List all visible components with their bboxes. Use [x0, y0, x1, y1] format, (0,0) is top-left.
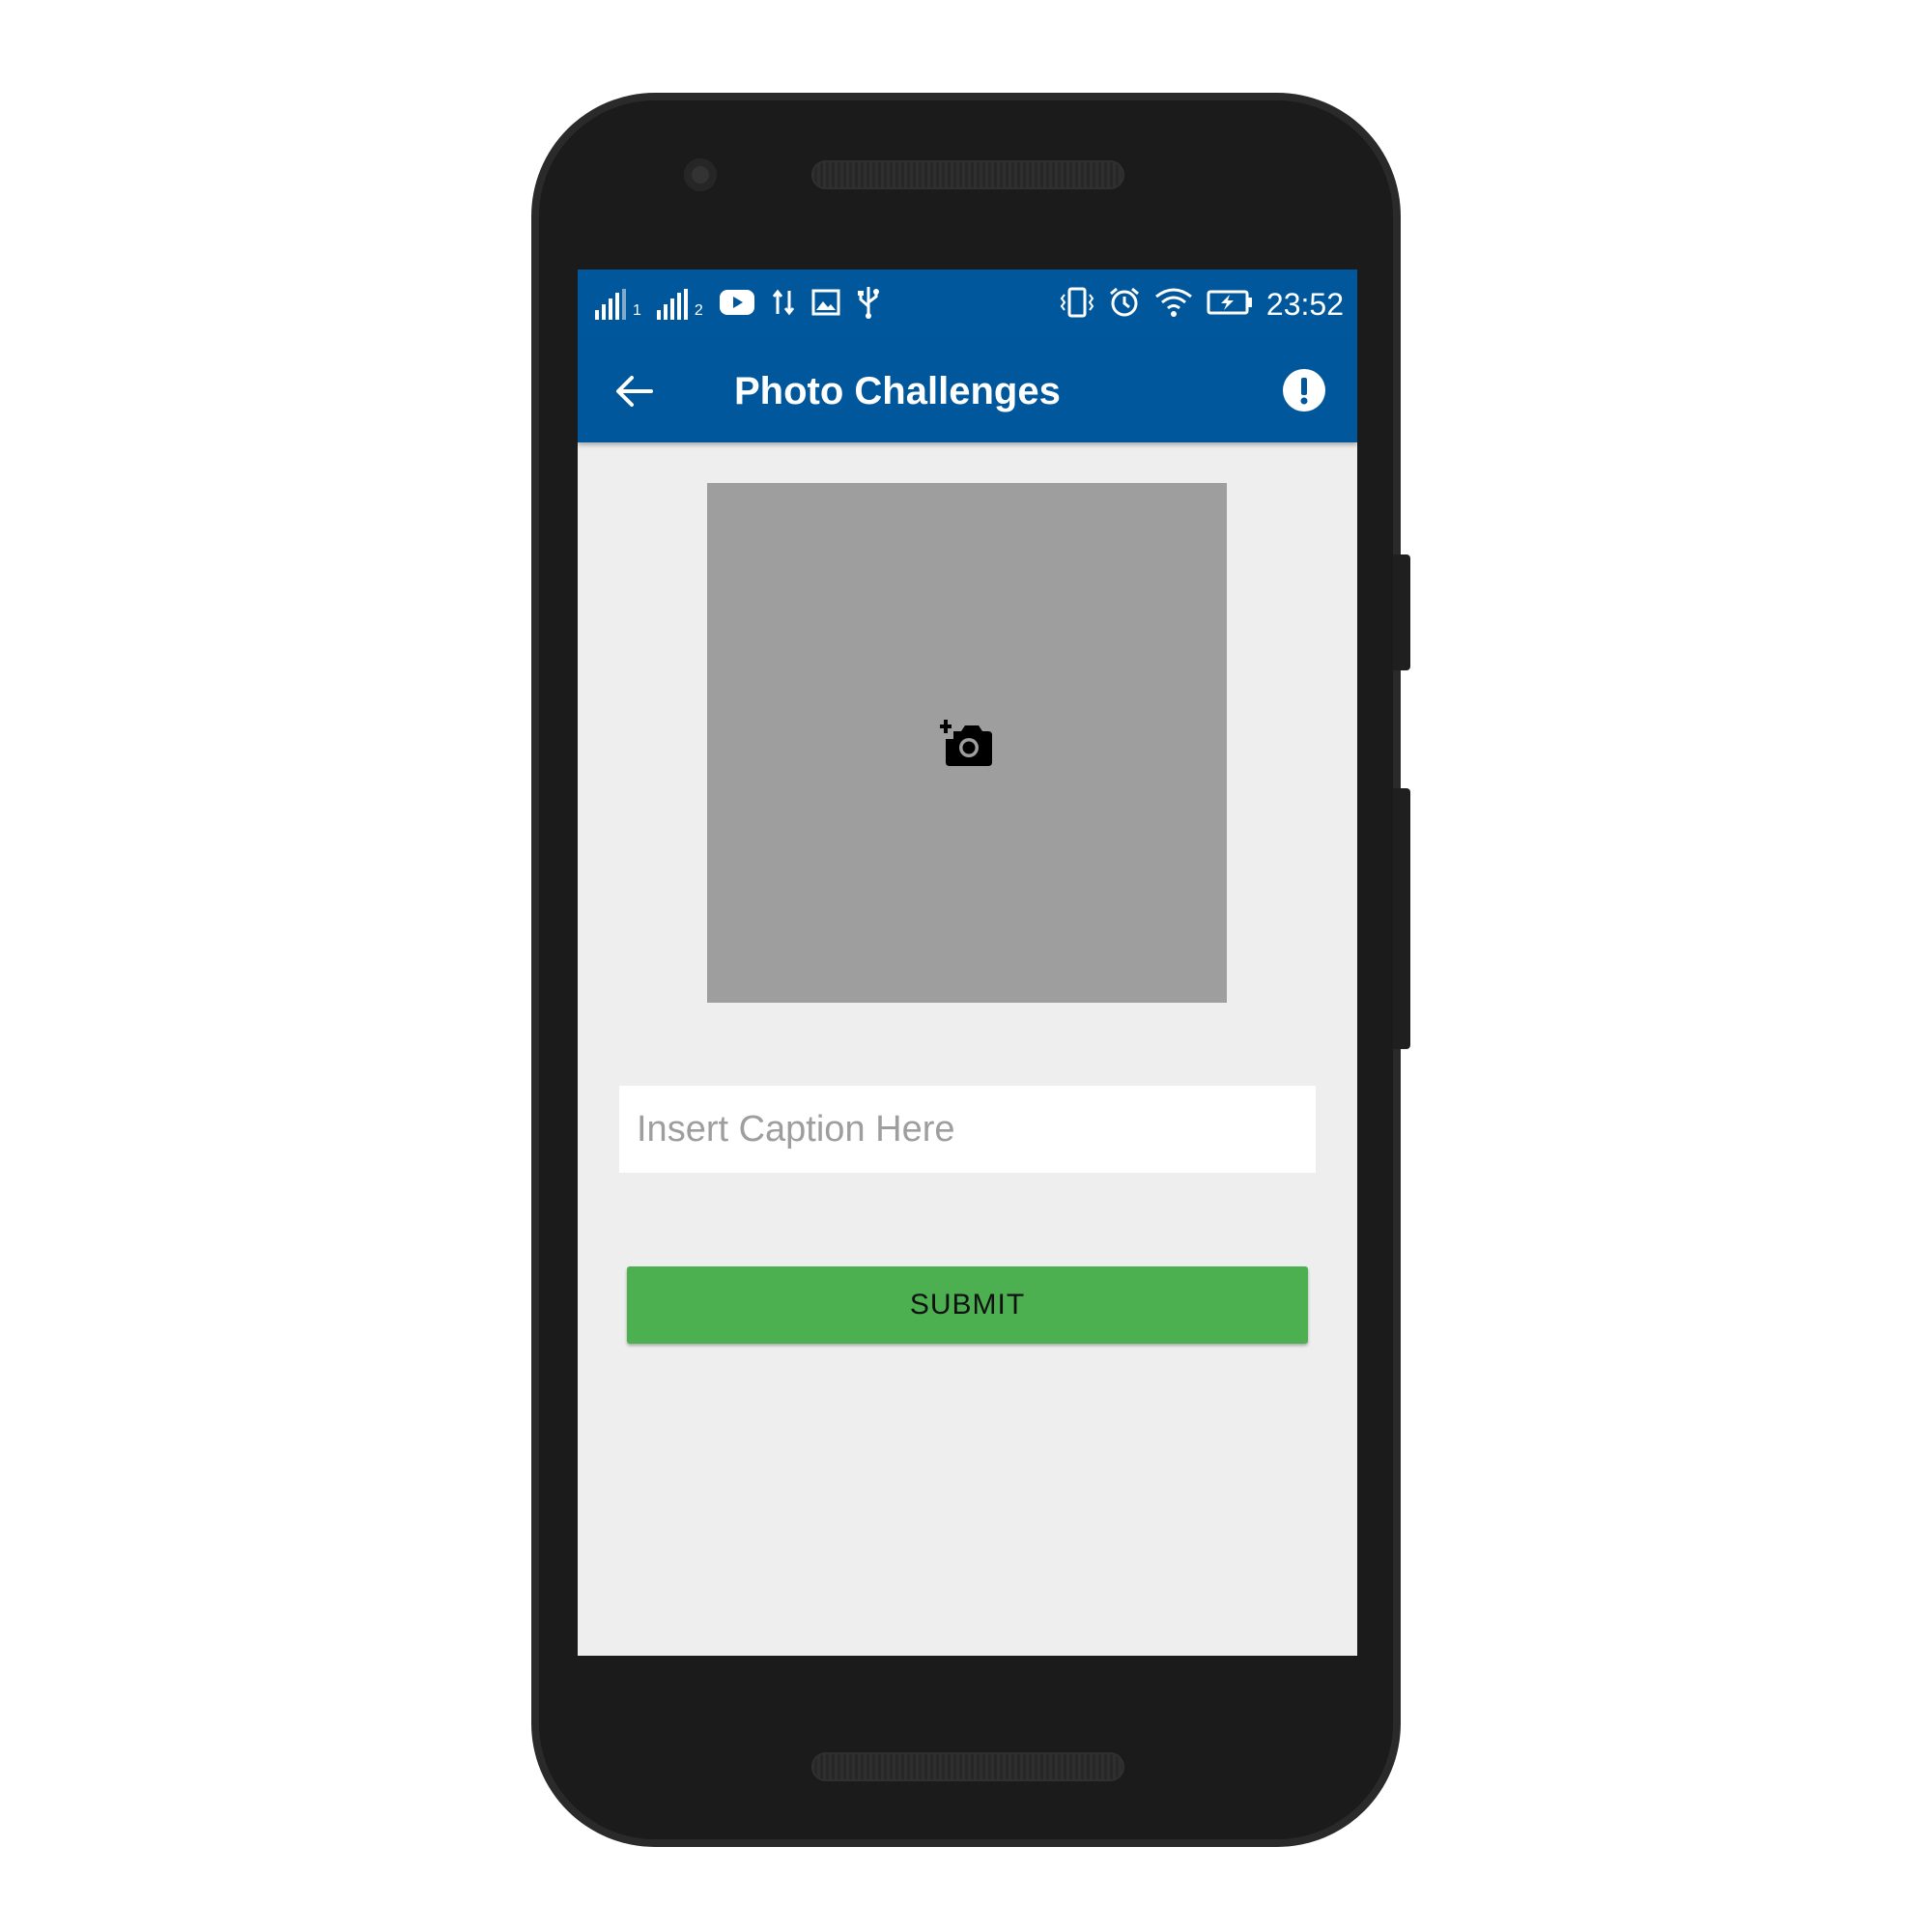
screen: 1 2 23:52 Photo Challenges Insert Captio…	[578, 270, 1357, 1656]
status-bar: 1 2 23:52	[578, 270, 1357, 339]
clock: 23:52	[1265, 286, 1344, 322]
submit-button[interactable]: SUBMIT	[627, 1266, 1308, 1344]
vibrate-icon	[1060, 287, 1094, 323]
battery-charging-icon	[1207, 290, 1253, 320]
caption-input[interactable]	[619, 1086, 1316, 1173]
alert-circle-icon	[1283, 369, 1325, 412]
back-button[interactable]	[607, 364, 661, 418]
arrow-back-icon	[616, 376, 653, 407]
signal-icon: 1	[595, 289, 641, 320]
sim1-label: 1	[633, 302, 641, 319]
phone-frame: 1 2 23:52 Photo Challenges Insert Captio…	[539, 100, 1410, 1839]
page-title: Photo Challenges	[734, 370, 1061, 412]
alarm-icon	[1108, 286, 1141, 324]
status-right: 23:52	[1060, 270, 1344, 339]
data-transfer-icon	[771, 287, 796, 323]
volume-button	[1393, 788, 1410, 1049]
app-bar: Photo Challenges	[578, 339, 1357, 442]
usb-icon	[856, 285, 881, 325]
add-a-photo-icon	[940, 720, 992, 766]
info-button[interactable]	[1280, 366, 1328, 414]
photo-upload-area[interactable]	[707, 483, 1227, 1003]
top-speaker	[811, 160, 1124, 189]
front-camera	[684, 158, 717, 191]
signal-icon: 2	[656, 289, 703, 320]
bottom-speaker	[811, 1752, 1124, 1781]
status-left: 1 2	[595, 270, 881, 339]
sim2-label: 2	[694, 302, 703, 319]
wifi-icon	[1154, 287, 1193, 323]
image-icon	[811, 289, 840, 321]
power-button	[1393, 554, 1410, 670]
youtube-icon	[719, 289, 755, 321]
